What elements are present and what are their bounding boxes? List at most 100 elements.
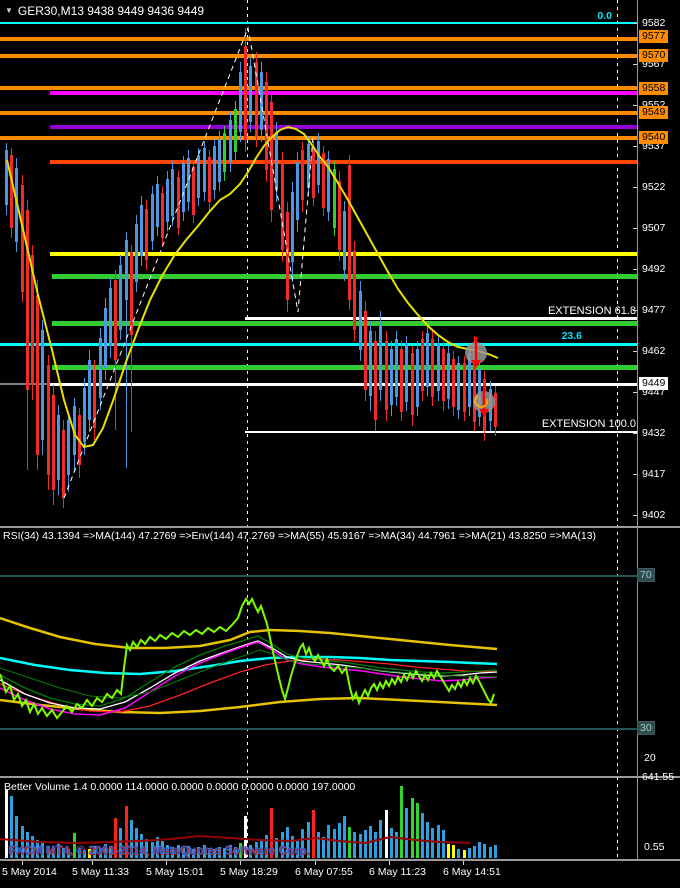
rsi-curve-0 xyxy=(0,618,497,649)
candle-body xyxy=(166,179,169,222)
candle-body xyxy=(442,349,445,401)
candle-body xyxy=(353,251,356,330)
volume-bar xyxy=(343,816,346,858)
candle-body xyxy=(114,280,117,360)
volume-bar xyxy=(431,828,434,858)
volume-bar xyxy=(333,829,336,858)
volume-bar xyxy=(416,803,419,858)
rsi-level-line xyxy=(0,575,637,577)
volume-bar xyxy=(447,844,450,858)
candle-body xyxy=(385,341,388,410)
crosshair-vline xyxy=(247,0,248,860)
rsi-level-line xyxy=(0,728,637,730)
rsi-curve-5 xyxy=(0,642,497,715)
candle-body xyxy=(301,150,304,200)
symbol-title[interactable]: ▼ GER30,M13 9438 9449 9436 9449 xyxy=(5,4,204,18)
time-tick xyxy=(389,861,390,865)
candle-body xyxy=(296,162,299,220)
volume-bar xyxy=(359,834,362,858)
volume-indicator-header: Better Volume 1.4 0.0000 114.0000 0.0000… xyxy=(4,781,355,793)
price-tick-label: 9432 xyxy=(642,427,665,439)
chevron-down-icon: ▼ xyxy=(5,6,13,15)
volume-bar xyxy=(473,846,476,858)
candle-body xyxy=(93,370,96,428)
candle-body xyxy=(286,212,289,300)
candle-body xyxy=(234,109,237,152)
price-tick-label: 9417 xyxy=(642,468,665,480)
candle-body xyxy=(468,353,471,407)
candle-body xyxy=(260,72,263,130)
volume-bar xyxy=(463,850,466,858)
price-badge: 9570 xyxy=(639,49,668,62)
candle-body xyxy=(161,193,164,238)
volume-bar xyxy=(353,832,356,858)
candle-body xyxy=(426,333,429,387)
price-tick-label: 9507 xyxy=(642,222,665,234)
volume-bar xyxy=(478,842,481,858)
indicator-overlay xyxy=(0,0,680,888)
volume-bar xyxy=(457,849,460,858)
extension-1000-label: EXTENSION 100.0 xyxy=(486,418,636,430)
time-tick xyxy=(22,861,23,865)
volume-bar xyxy=(390,828,393,858)
volume-bar xyxy=(379,820,382,858)
candle-body xyxy=(327,159,330,212)
candle-body xyxy=(395,339,398,397)
level-line xyxy=(245,431,637,433)
candle-body xyxy=(343,211,346,270)
candle-body xyxy=(104,308,107,368)
main-rsi-separator xyxy=(0,526,680,528)
candle-body xyxy=(348,165,351,300)
candle-body xyxy=(421,339,424,391)
price-badge: 9577 xyxy=(639,30,668,43)
candle-body xyxy=(244,46,247,140)
candle-body xyxy=(156,184,159,227)
candle-body xyxy=(223,133,226,172)
candle-body xyxy=(26,210,29,390)
price-tick xyxy=(633,392,637,393)
candle-body xyxy=(239,72,242,132)
price-tick-label: 9582 xyxy=(642,17,665,29)
candle-body xyxy=(208,157,211,202)
volume-bar xyxy=(421,813,424,858)
candle-body xyxy=(151,194,154,241)
candle-body xyxy=(364,311,367,390)
candle-body xyxy=(390,349,393,405)
candle-body xyxy=(369,331,372,396)
price-tick-label: 9402 xyxy=(642,509,665,521)
candle-body xyxy=(21,185,24,292)
candle-body xyxy=(452,359,455,407)
candle-body xyxy=(379,321,382,390)
volume-bar xyxy=(452,845,455,858)
price-tick-label: 9522 xyxy=(642,181,665,193)
time-label: 5 May 11:33 xyxy=(72,866,129,878)
price-tick xyxy=(633,23,637,24)
volume-bar xyxy=(322,837,325,858)
candle-body xyxy=(249,66,252,122)
candle-body xyxy=(447,353,450,399)
candle-body xyxy=(359,291,362,350)
candle-body xyxy=(338,181,341,250)
volume-bar xyxy=(317,832,320,858)
rsi-curve-3 xyxy=(0,659,497,712)
candle-body xyxy=(125,240,128,300)
time-tick xyxy=(315,861,316,865)
candle-body xyxy=(400,349,403,412)
rsi-curve-7 xyxy=(0,650,497,698)
candle-body xyxy=(135,224,138,282)
level-line xyxy=(0,37,637,41)
price-tick xyxy=(633,433,637,434)
volume-min-label: 0.55 xyxy=(644,841,664,853)
volume-bar xyxy=(348,827,351,858)
rsi-level-badge: 30 xyxy=(637,721,655,735)
symbol-ohlc-text: GER30,M13 9438 9449 9436 9449 xyxy=(18,4,204,18)
candle-body xyxy=(270,102,273,210)
volume-bar xyxy=(405,808,408,858)
candle-body xyxy=(374,341,377,420)
candle-body xyxy=(88,360,91,420)
chart-root: ▼GER30,M13 9438 9449 9436 9449 RSI(34) 4… xyxy=(0,0,680,888)
level-line xyxy=(0,86,637,90)
candle-body xyxy=(317,141,320,185)
volume-bar xyxy=(374,832,377,858)
candle-body xyxy=(171,169,174,216)
